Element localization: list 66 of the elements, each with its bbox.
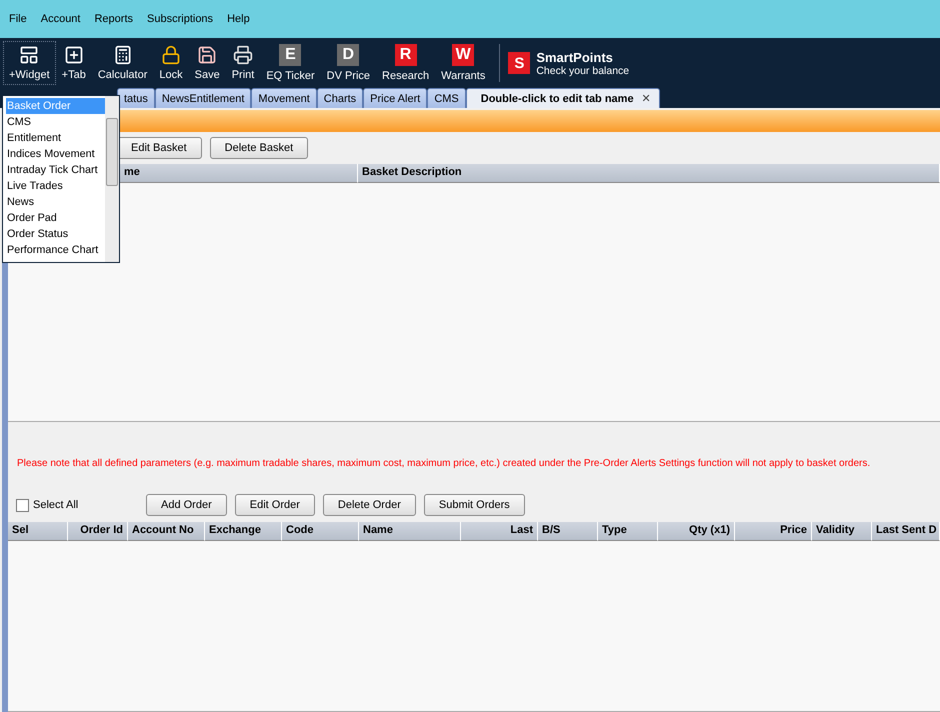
dropdown-item[interactable]: Intraday Tick Chart <box>6 162 105 178</box>
menu-item[interactable]: File <box>2 13 34 25</box>
column-header[interactable]: Qty (x1) <box>658 522 735 541</box>
scrollbar-thumb[interactable] <box>106 118 118 186</box>
column-header[interactable]: Sel <box>8 522 68 541</box>
letter-tile-icon: R <box>394 44 417 66</box>
toolbar-button[interactable]: W Warrants <box>435 41 492 85</box>
calculator-icon <box>112 45 133 65</box>
widget-icon <box>19 45 40 65</box>
column-header[interactable]: Order Id <box>68 522 128 541</box>
tab[interactable]: Movement <box>251 88 317 108</box>
order-button[interactable]: Submit Orders <box>424 494 525 516</box>
dropdown-item[interactable]: Entitlement <box>6 130 105 146</box>
dropdown-item[interactable]: Order Pad <box>6 210 105 226</box>
dropdown-item[interactable]: News <box>6 194 105 210</box>
column-header[interactable]: Account No <box>128 522 205 541</box>
column-header[interactable]: B/S <box>538 522 598 541</box>
toolbar-button[interactable]: E EQ Ticker <box>260 41 321 85</box>
column-header[interactable]: Code <box>282 522 359 541</box>
toolbar-button[interactable]: +Tab <box>56 41 92 85</box>
dropdown-item[interactable]: Indices Movement <box>6 146 105 162</box>
column-header[interactable]: Name <box>359 522 461 541</box>
tab[interactable]: Charts <box>316 88 364 108</box>
tab[interactable]: Price Alert <box>363 88 428 108</box>
toolbar-button[interactable]: Calculator <box>92 41 154 85</box>
menu-item[interactable]: Subscriptions <box>140 13 220 25</box>
column-header[interactable]: Validity <box>812 522 872 541</box>
smartpoints-title[interactable]: SmartPoints <box>536 50 630 64</box>
dropdown-item[interactable]: CMS <box>6 114 105 130</box>
tab[interactable]: CMS <box>427 88 466 108</box>
column-header[interactable]: Price <box>735 522 812 541</box>
tab[interactable]: tatus <box>117 88 155 108</box>
printer-icon <box>233 45 254 65</box>
tab[interactable]: NewsEntitlement <box>154 88 252 108</box>
column-header[interactable]: Basket Description <box>358 164 940 183</box>
tab[interactable]: Double-click to edit tab name ✕ <box>466 88 660 108</box>
order-button[interactable]: Add Order <box>146 494 227 516</box>
dropdown-item[interactable]: Order Status <box>6 226 105 242</box>
menu-item[interactable]: Reports <box>87 13 140 25</box>
ticker-tile-icon: E <box>279 44 302 66</box>
add-tab-icon <box>64 45 84 65</box>
toolbar-button[interactable]: Print <box>226 41 260 85</box>
column-header[interactable]: Last <box>461 522 538 541</box>
column-header[interactable]: Exchange <box>205 522 282 541</box>
close-icon[interactable]: ✕ <box>642 92 651 105</box>
toolbar-button[interactable]: D DV Price <box>320 41 376 85</box>
dropdown-item[interactable]: Performance Chart <box>6 242 105 258</box>
order-button[interactable]: Delete Order <box>322 494 416 516</box>
toolbar-button[interactable]: R Research <box>376 41 436 85</box>
basket-button[interactable]: Delete Basket <box>210 137 308 159</box>
warning-note: Please note that all defined parameters (e.g. maximum tradable shares, maximum cost, maximum price, etc.) created under the Pre-Order Alerts Settings function will not apply to basket orders. <box>16 457 872 471</box>
letter-tile-icon: W <box>452 44 474 66</box>
column-header[interactable]: Last Sent D <box>872 522 940 541</box>
lock-icon <box>161 45 181 65</box>
checkbox[interactable] <box>16 498 29 512</box>
menu-item[interactable]: Account <box>34 13 88 25</box>
smartpoints-subtitle: Check your balance <box>536 64 630 76</box>
smartpoints-logo: S <box>508 52 530 74</box>
menu-item[interactable]: Help <box>220 13 257 25</box>
ticker-tile-icon: D <box>337 44 360 66</box>
toolbar-button[interactable]: Lock <box>153 41 189 85</box>
column-header[interactable]: Type <box>598 522 658 541</box>
checkbox-label: Select All <box>33 499 78 511</box>
toolbar-button[interactable]: Save <box>188 41 226 85</box>
order-button[interactable]: Edit Order <box>234 494 315 516</box>
toolbar-button[interactable]: +Widget <box>3 41 56 85</box>
